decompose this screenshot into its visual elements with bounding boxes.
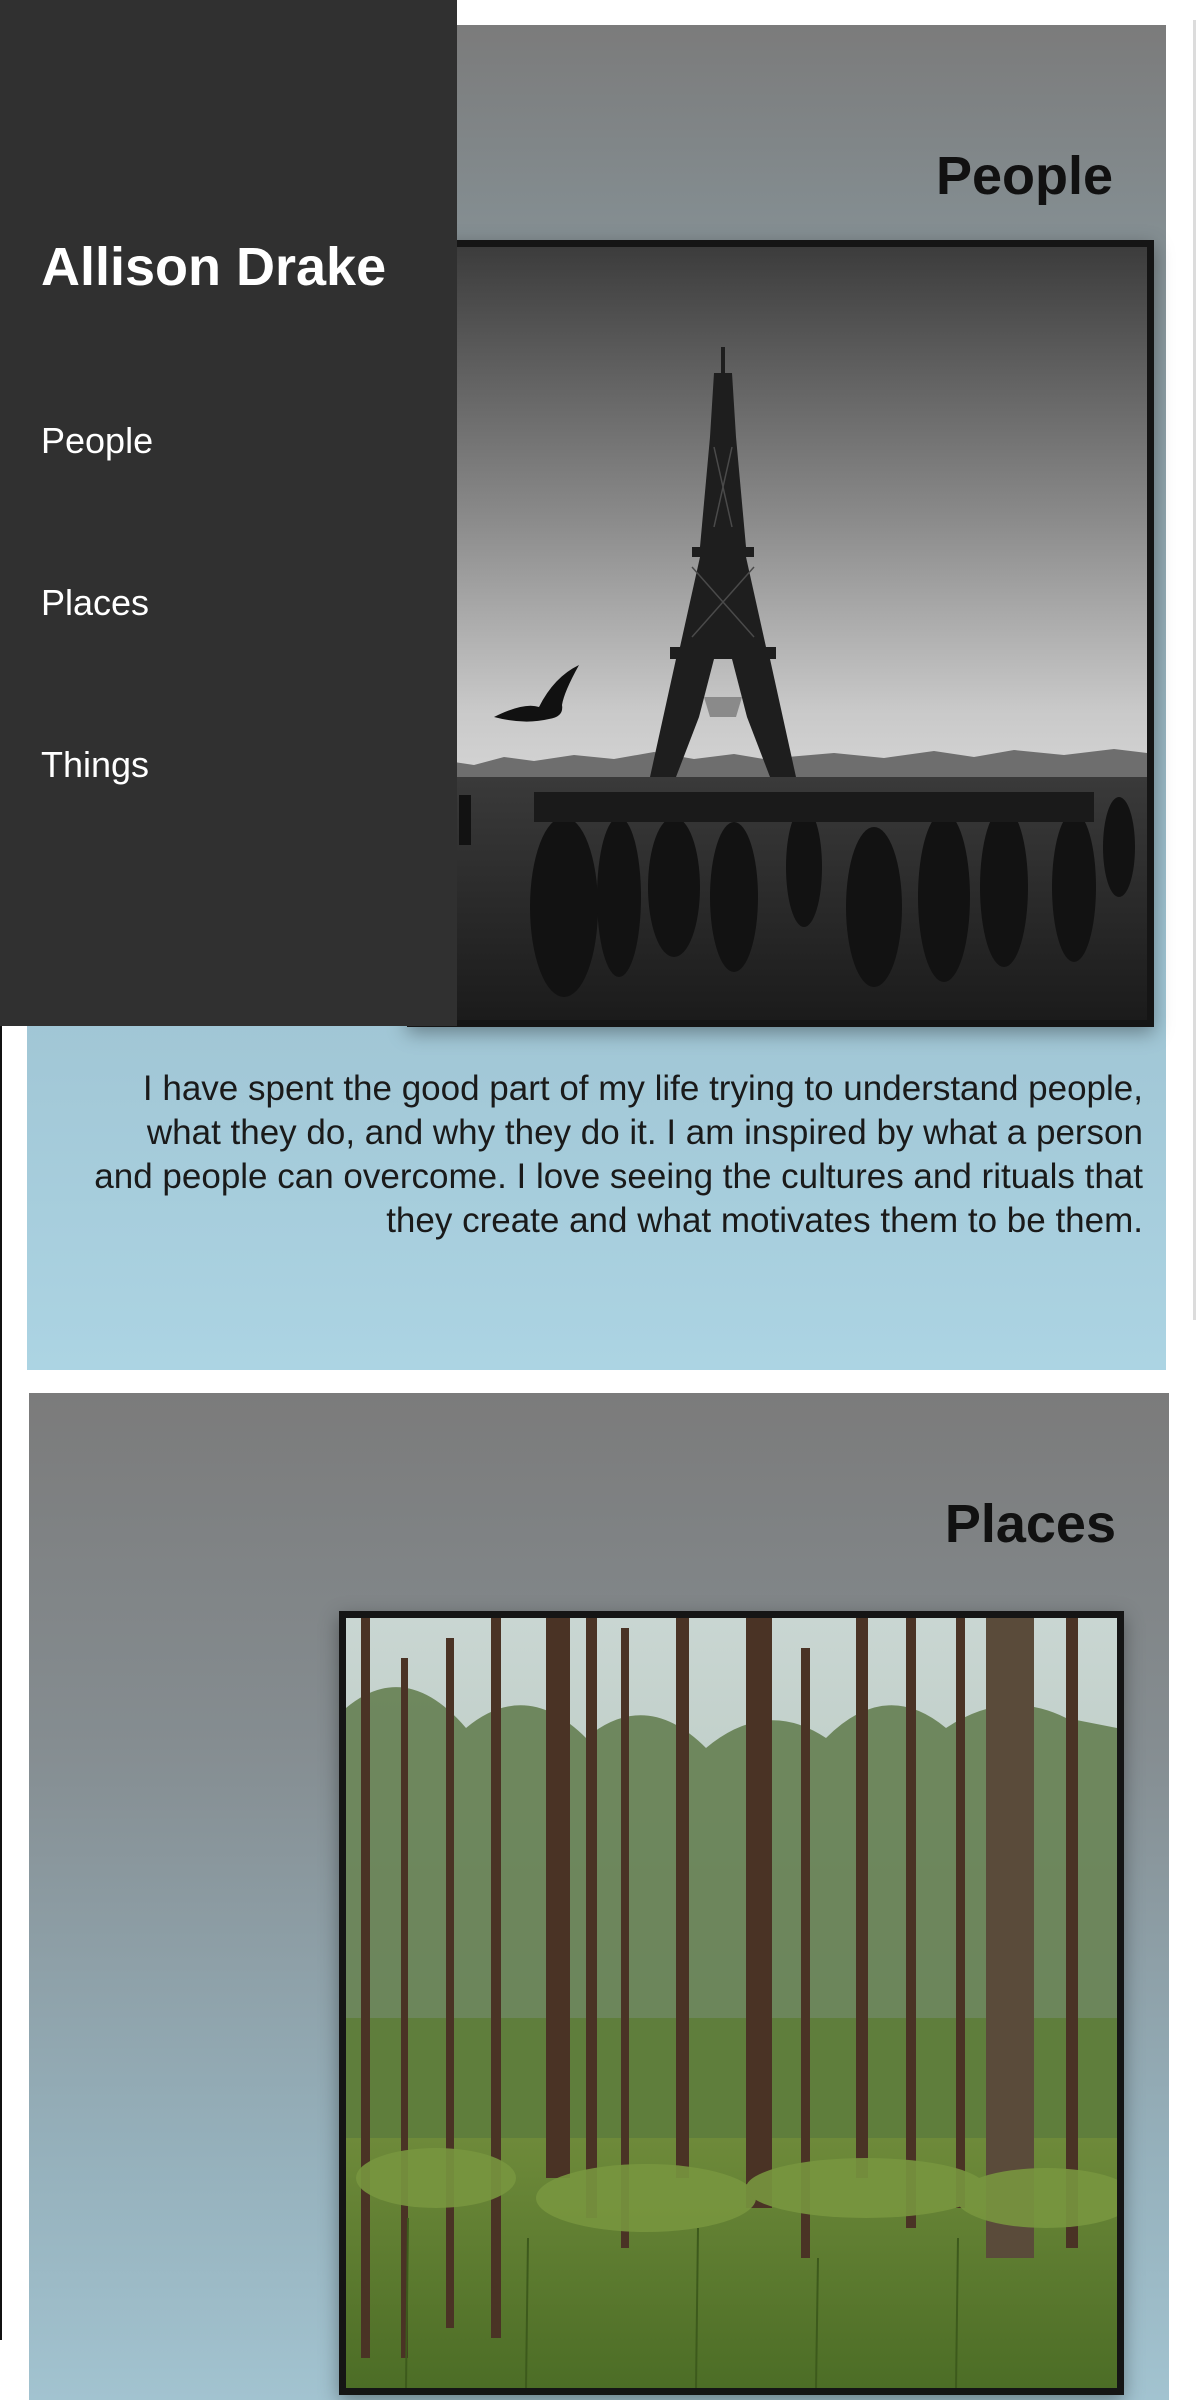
right-scrollbar-track[interactable]	[1193, 20, 1196, 1320]
sidebar: Allison Drake People Places Things	[0, 0, 457, 1026]
forest-photo	[339, 1611, 1124, 2395]
sidebar-item-things[interactable]: Things	[41, 744, 149, 786]
places-section-title: Places	[944, 1494, 1116, 1554]
places-section: Places	[29, 1393, 1169, 2400]
people-bio-text: I have spent the good part of my life tr…	[94, 1069, 1143, 1240]
eiffel-tower-photo	[407, 240, 1154, 1027]
forest-image	[346, 1618, 1117, 2388]
page: People I have spent the good part of my …	[0, 0, 1200, 2400]
eiffel-tower-image	[414, 247, 1147, 1020]
site-owner-name: Allison Drake	[41, 237, 387, 297]
people-section-title: People	[935, 146, 1113, 206]
sidebar-item-places[interactable]: Places	[41, 582, 149, 624]
sidebar-item-people[interactable]: People	[41, 420, 153, 462]
